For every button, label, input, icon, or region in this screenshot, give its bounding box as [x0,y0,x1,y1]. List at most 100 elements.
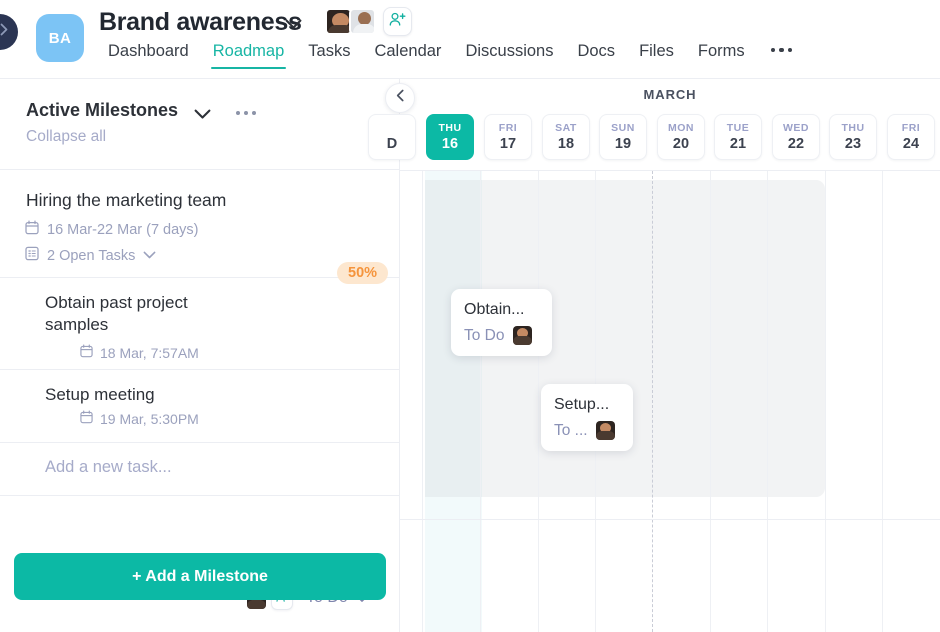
milestones-chevron-down-icon[interactable] [194,107,211,125]
task-name: Obtain past project samples [45,292,220,335]
gantt-grid: Obtain... To Do Setup... To ... [400,171,940,632]
list-item[interactable]: Setup meeting To Do [0,370,399,443]
grid-line [480,171,481,632]
top-header: BA Brand awareness Dashboa [0,0,940,79]
add-task-input[interactable]: Add a new task... [45,458,172,477]
day-chip[interactable]: FRI 24 [887,114,935,160]
day-chip-num: 20 [673,136,689,152]
day-chip-num: 23 [845,136,861,152]
day-chip-dow: THU [438,122,461,134]
day-chip-num: 18 [558,136,574,152]
day-chip-dow: SUN [611,122,635,134]
day-chip[interactable]: THU 23 [829,114,877,160]
task-due-date-text: 18 Mar, 7:57AM [100,345,199,361]
tab-files[interactable]: Files [627,42,686,69]
milestone-row[interactable]: Hiring the marketing team 16 Mar-22 Mar … [0,170,399,278]
calendar-icon [80,410,93,427]
day-chip-today[interactable]: THU 16 [426,114,474,160]
gantt-task-card[interactable]: Obtain... To Do [451,289,552,356]
day-chip-dow: THU [841,122,864,134]
member-avatars [325,7,412,36]
collapse-all-link[interactable]: Collapse all [26,128,106,146]
gantt-card-status: To ... [554,422,588,440]
list-item[interactable]: Obtain past project samples To Do [0,278,399,370]
day-chip[interactable]: TUE 21 [714,114,762,160]
roadmap-timeline: MARCH D THU 16 FRI 17 SAT 18 [400,79,940,632]
grid-line [710,171,711,632]
gantt-card-title: Obtain... [464,301,539,319]
day-chip-dow: WED [783,122,809,134]
task-name: Setup meeting [45,384,220,406]
milestones-section-title: Active Milestones [26,100,178,121]
grid-line [825,171,826,632]
add-task-row[interactable]: Add a new task... [0,443,399,496]
main-tabs: Dashboard Roadmap Tasks Calendar Discuss… [96,42,804,69]
grid-line [882,171,883,632]
day-chip-num: 17 [500,136,516,152]
day-chip-num: 22 [788,136,804,152]
timeline-month-label: MARCH [400,87,940,102]
tabs-more-button[interactable] [757,48,805,70]
grid-line [767,171,768,632]
grid-row-divider [400,519,940,520]
day-chip-dow: FRI [499,122,517,134]
roadmap-app: BA Brand awareness Dashboa [0,0,940,632]
timeline-header: MARCH D THU 16 FRI 17 SAT 18 [400,79,940,171]
ellipsis-icon [771,48,793,60]
chevron-right-icon [0,23,9,41]
day-chip-partial-label: D [387,136,397,152]
day-chip[interactable]: WED 22 [772,114,820,160]
day-chip-partial[interactable]: D [368,114,416,160]
tab-forms[interactable]: Forms [686,42,757,69]
day-chip-num: 24 [903,136,919,152]
avatar[interactable] [513,326,532,345]
grid-line [538,171,539,632]
project-title-chevron-down-icon[interactable] [285,17,302,35]
milestone-date-range: 16 Mar-22 Mar (7 days) [25,220,199,239]
tab-dashboard[interactable]: Dashboard [96,42,201,69]
day-chip-num: 19 [615,136,631,152]
day-chip[interactable]: FRI 17 [484,114,532,160]
nav-orb-button[interactable] [0,14,18,50]
milestone-open-tasks[interactable]: 2 Open Tasks [25,246,156,265]
milestone-date-range-text: 16 Mar-22 Mar (7 days) [47,222,199,238]
grid-line [422,171,423,632]
tab-docs[interactable]: Docs [565,42,627,69]
task-due-date-text: 19 Mar, 5:30PM [100,411,199,427]
gantt-card-footer: To Do [464,326,539,345]
open-tasks-chevron-down-icon[interactable] [143,251,156,260]
milestones-sidebar: Active Milestones Collapse all Hiring th… [0,79,400,632]
gantt-card-status: To Do [464,327,505,345]
task-due-date: 18 Mar, 7:57AM [80,344,199,361]
milestones-more-button[interactable] [236,111,256,115]
project-avatar[interactable]: BA [36,14,84,62]
day-chip-dow: TUE [727,122,750,134]
tab-roadmap[interactable]: Roadmap [201,42,297,69]
tab-calendar[interactable]: Calendar [362,42,453,69]
gantt-task-card[interactable]: Setup... To ... [541,384,633,451]
milestone-open-tasks-text: 2 Open Tasks [47,248,135,264]
gantt-card-footer: To ... [554,421,620,440]
avatar[interactable] [596,421,615,440]
calendar-icon [25,220,39,239]
day-chip-dow: FRI [902,122,920,134]
day-chip[interactable]: SAT 18 [542,114,590,160]
day-chip-dow: SAT [555,122,577,134]
day-chip[interactable]: MON 20 [657,114,705,160]
milestones-header: Active Milestones Collapse all [0,79,399,170]
ellipsis-icon [236,111,240,115]
grid-line-dashed [652,171,653,632]
day-chip-num: 21 [730,136,746,152]
tab-discussions[interactable]: Discussions [453,42,565,69]
day-chip[interactable]: SUN 19 [599,114,647,160]
tab-tasks[interactable]: Tasks [296,42,362,69]
avatar[interactable] [349,8,376,35]
add-milestone-button[interactable]: + Add a Milestone [14,553,386,600]
add-user-icon [389,12,406,32]
avatar[interactable] [325,8,352,35]
day-chip-dow: MON [668,122,694,134]
add-member-button[interactable] [383,7,412,36]
project-initials: BA [49,30,71,47]
tasklist-icon [25,246,39,265]
page-title: Brand awareness [99,8,302,37]
